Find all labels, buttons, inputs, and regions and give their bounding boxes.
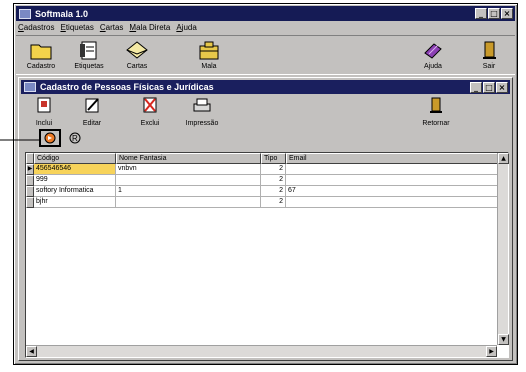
cadastro-window: Cadastro de Pessoas Físicas e Jurídicas …: [18, 77, 513, 361]
main-window: Softmala 1.0 _ □ × Cadastros Etiquetas C…: [13, 3, 518, 365]
cell-codigo[interactable]: 999: [34, 175, 116, 186]
menu-cadastros[interactable]: Cadastros: [18, 23, 54, 32]
exclui-label: Exclui: [140, 120, 160, 127]
child-close-button[interactable]: ×: [496, 81, 508, 93]
retornar-label: Retornar: [422, 120, 450, 127]
close-button[interactable]: ×: [501, 8, 513, 19]
exit-door-icon: [430, 97, 442, 113]
sair-button[interactable]: Sair: [468, 39, 510, 70]
cartas-label: Cartas: [126, 63, 148, 70]
cell-codigo[interactable]: softory Informatica: [34, 186, 116, 197]
svg-text:R: R: [72, 134, 78, 143]
child-maximize-button[interactable]: □: [483, 81, 495, 93]
cell-nome-fantasia[interactable]: [116, 197, 261, 208]
row-pointer-icon: ▶: [26, 164, 34, 175]
menu-etiquetas[interactable]: Etiquetas: [60, 23, 93, 32]
menu-cartas[interactable]: Cartas: [100, 23, 124, 32]
edit-icon: [85, 98, 99, 113]
exclui-button[interactable]: Exclui: [129, 96, 171, 127]
cell-nome-fantasia[interactable]: [116, 175, 261, 186]
menu-ajuda[interactable]: Ajuda: [176, 23, 196, 32]
main-toolbar: Cadastro Etiquetas Cartas Mala Ajuda Sai…: [16, 35, 515, 75]
cell-nome-fantasia[interactable]: 1: [116, 186, 261, 197]
cell-nome-fantasia[interactable]: vnbvn: [116, 164, 261, 175]
editar-button[interactable]: Editar: [71, 96, 113, 127]
editar-label: Editar: [82, 120, 102, 127]
record-navigator: R: [39, 129, 81, 147]
cell-email[interactable]: 67: [286, 186, 498, 197]
main-title-bar[interactable]: Softmala 1.0 _ □ ×: [16, 6, 515, 21]
header-tipo[interactable]: Tipo: [261, 153, 286, 164]
printer-icon: [193, 98, 211, 112]
horizontal-scrollbar[interactable]: ◀ ▶: [26, 345, 497, 357]
add-record-icon: [37, 97, 51, 113]
delete-icon: [143, 97, 157, 113]
cadastro-button[interactable]: Cadastro: [20, 39, 62, 70]
menu-bar: Cadastros Etiquetas Cartas Mala Direta A…: [18, 23, 197, 32]
ajuda-label: Ajuda: [424, 63, 442, 70]
app-icon: [19, 8, 31, 19]
refresh-circle-icon[interactable]: R: [69, 132, 81, 144]
cell-codigo[interactable]: bjhr: [34, 197, 116, 208]
cartas-button[interactable]: Cartas: [116, 39, 158, 70]
cadastro-title: Cadastro de Pessoas Físicas e Jurídicas: [40, 82, 214, 92]
cell-email[interactable]: [286, 164, 498, 175]
header-nome-fantasia[interactable]: Nome Fantasia: [116, 153, 261, 164]
row-indicator: [26, 175, 34, 186]
scroll-down-arrow-icon[interactable]: ▼: [498, 334, 509, 345]
inclui-label: Inclui: [35, 120, 53, 127]
cadastro-title-bar[interactable]: Cadastro de Pessoas Físicas e Jurídicas …: [21, 80, 510, 94]
scroll-up-arrow-icon[interactable]: ▲: [498, 153, 509, 164]
cell-tipo[interactable]: 2: [261, 164, 286, 175]
letter-icon: [126, 41, 148, 59]
cell-email[interactable]: [286, 175, 498, 186]
window-icon: [24, 82, 36, 92]
callout-line: [0, 139, 40, 141]
retornar-button[interactable]: Retornar: [415, 96, 457, 127]
sair-label: Sair: [482, 63, 496, 70]
vertical-scrollbar[interactable]: ▲ ▼: [497, 153, 509, 345]
orange-arrow-icon: [44, 132, 56, 144]
folder-icon: [30, 44, 52, 60]
cell-email[interactable]: [286, 197, 498, 208]
row-indicator: [26, 186, 34, 197]
help-book-icon: [424, 43, 442, 59]
child-minimize-button[interactable]: _: [470, 81, 482, 93]
scroll-right-arrow-icon[interactable]: ▶: [486, 346, 497, 357]
ajuda-button[interactable]: Ajuda: [412, 39, 454, 70]
minimize-button[interactable]: _: [475, 8, 487, 19]
row-indicator: [26, 197, 34, 208]
table-row[interactable]: 999 2: [26, 175, 508, 186]
records-grid[interactable]: Código Nome Fantasia Tipo Email ▶ 456546…: [25, 152, 509, 358]
header-indicator: [26, 153, 34, 164]
impressao-button[interactable]: Impressão: [181, 96, 223, 127]
cadastro-label: Cadastro: [26, 63, 56, 70]
mala-button[interactable]: Mala: [188, 39, 230, 70]
cell-tipo[interactable]: 2: [261, 186, 286, 197]
first-record-button[interactable]: [39, 129, 61, 147]
mailbox-icon: [199, 41, 219, 60]
main-title: Softmala 1.0: [35, 8, 89, 19]
scroll-left-arrow-icon[interactable]: ◀: [26, 346, 37, 357]
inclui-button[interactable]: Inclui: [23, 96, 65, 127]
etiquetas-button[interactable]: Etiquetas: [68, 39, 110, 70]
cadastro-toolbar: Inclui Editar Exclui Impressão Retornar: [21, 96, 510, 127]
etiquetas-label: Etiquetas: [74, 63, 104, 70]
cell-codigo[interactable]: 456546546: [34, 164, 116, 175]
cell-tipo[interactable]: 2: [261, 197, 286, 208]
header-codigo[interactable]: Código: [34, 153, 116, 164]
maximize-button[interactable]: □: [488, 8, 500, 19]
mala-label: Mala: [201, 63, 217, 70]
cell-tipo[interactable]: 2: [261, 175, 286, 186]
exit-door-icon: [483, 41, 496, 59]
grid-header: Código Nome Fantasia Tipo Email: [26, 153, 508, 164]
menu-mala-direta[interactable]: Mala Direta: [129, 23, 170, 32]
header-email[interactable]: Email: [286, 153, 498, 164]
labels-icon: [80, 41, 97, 60]
table-row[interactable]: softory Informatica 1 2 67: [26, 186, 508, 197]
table-row[interactable]: ▶ 456546546 vnbvn 2: [26, 164, 508, 175]
impressao-label: Impressão: [185, 120, 219, 127]
table-row[interactable]: bjhr 2: [26, 197, 508, 208]
